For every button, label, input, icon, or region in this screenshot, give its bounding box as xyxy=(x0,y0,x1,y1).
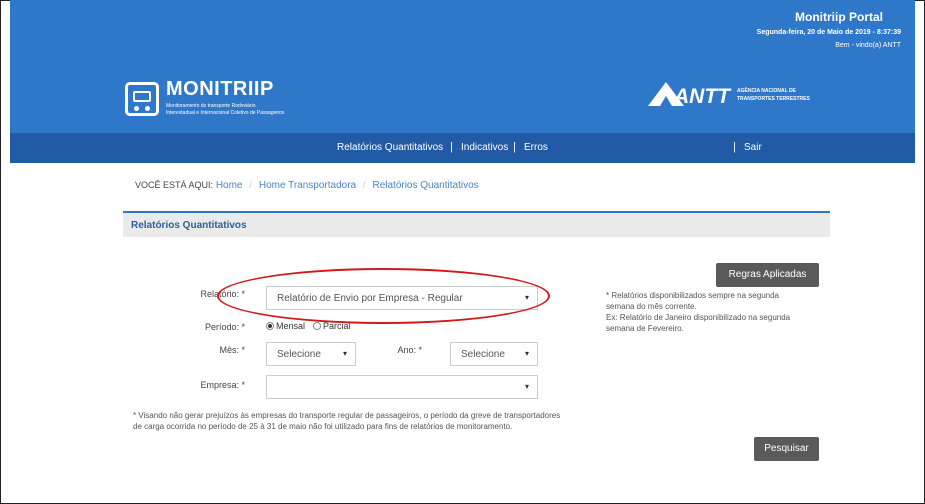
logo-subtitle-2: Interestadual e Internacional Coletivo d… xyxy=(166,110,285,116)
breadcrumb: VOCÊ ESTÁ AQUI: Home / Home Transportado… xyxy=(135,180,479,191)
ano-select-value: Selecione xyxy=(461,349,505,360)
breadcrumb-label: VOCÊ ESTÁ AQUI: xyxy=(135,180,214,190)
site-header: Monitriip Portal Segunda-feira, 20 de Ma… xyxy=(10,0,915,133)
nav-separator: | xyxy=(733,141,736,153)
current-date: Segunda-feira, 20 de Maio de 2019 - 8:37… xyxy=(756,29,901,36)
antt-subtitle-1: AGÊNCIA NACIONAL DE xyxy=(737,88,796,94)
mes-label: Mês: * xyxy=(219,345,245,355)
relatorio-select-value: Relatório de Envio por Empresa - Regular xyxy=(277,293,463,304)
logo-title: MONITRIIP xyxy=(166,78,274,100)
empresa-select[interactable]: ▾ xyxy=(266,375,538,399)
section-title: Relatórios Quantitativos xyxy=(131,220,247,231)
nav-sair[interactable]: Sair xyxy=(744,142,762,153)
note-line: semana de Fevereiro. xyxy=(606,324,684,333)
nav-separator: | xyxy=(450,141,453,153)
ano-select[interactable]: Selecione ▾ xyxy=(450,342,538,366)
chevron-down-icon: ▾ xyxy=(524,349,529,358)
note-line: Ex: Relatório de Janeiro disponibilizado… xyxy=(606,313,791,322)
right-notes: * Relatórios disponibilizados sempre na … xyxy=(606,290,826,334)
periodo-label: Período: * xyxy=(204,322,245,332)
radio-unchecked-icon xyxy=(313,322,321,330)
note-line: * Relatórios disponibilizados sempre na … xyxy=(606,291,779,300)
bus-icon xyxy=(125,82,159,116)
nav-erros[interactable]: Erros xyxy=(524,142,548,153)
radio-label: Mensal xyxy=(276,321,306,331)
empresa-label: Empresa: * xyxy=(200,380,245,390)
breadcrumb-separator: / xyxy=(249,180,253,191)
nav-separator: | xyxy=(513,141,516,153)
nav-indicativos[interactable]: Indicativos xyxy=(461,142,508,153)
mes-select[interactable]: Selecione ▾ xyxy=(266,342,356,366)
chevron-down-icon: ▾ xyxy=(342,349,347,358)
radio-label: Parcial xyxy=(323,321,351,331)
mes-select-value: Selecione xyxy=(277,349,321,360)
relatorio-select[interactable]: Relatório de Envio por Empresa - Regular… xyxy=(266,286,538,310)
note-line: de carga ocorrida no período de 25 à 31 … xyxy=(133,422,513,431)
periodo-radio-parcial[interactable]: Parcial xyxy=(313,321,351,331)
note-line: * Visando não gerar prejuízos às empresa… xyxy=(133,411,561,420)
pesquisar-button[interactable]: Pesquisar xyxy=(754,437,819,461)
relatorio-label: Relatório: * xyxy=(200,289,245,299)
note-line: semana do mês corrente. xyxy=(606,302,697,311)
breadcrumb-home-transportadora[interactable]: Home Transportadora xyxy=(259,180,356,191)
welcome-text: Bem - vindo(a) ANTT xyxy=(835,42,901,49)
regras-aplicadas-button[interactable]: Regras Aplicadas xyxy=(716,263,819,287)
radio-checked-icon xyxy=(266,322,274,330)
chevron-down-icon: ▾ xyxy=(524,293,529,302)
chevron-down-icon: ▾ xyxy=(524,382,529,391)
antt-subtitle-2: TRANSPORTES TERRESTRES xyxy=(737,96,810,102)
nav-relatorios-quantitativos[interactable]: Relatórios Quantitativos xyxy=(337,142,443,153)
ano-label: Ano: * xyxy=(397,345,422,355)
antt-logo-text: ANTT xyxy=(674,85,730,108)
portal-title: Monitriip Portal xyxy=(795,10,883,24)
breadcrumb-home[interactable]: Home xyxy=(216,180,243,191)
section-header: Relatórios Quantitativos xyxy=(123,211,830,237)
periodo-radio-mensal[interactable]: Mensal xyxy=(266,321,305,331)
breadcrumb-separator: / xyxy=(362,180,366,191)
greve-note: * Visando não gerar prejuízos às empresa… xyxy=(133,410,633,432)
breadcrumb-relatorios-quantitativos[interactable]: Relatórios Quantitativos xyxy=(372,180,478,191)
main-nav: Relatórios Quantitativos | Indicativos |… xyxy=(10,133,915,163)
logo-subtitle-1: Monitoramento do transporte Rodoviário xyxy=(166,103,256,109)
